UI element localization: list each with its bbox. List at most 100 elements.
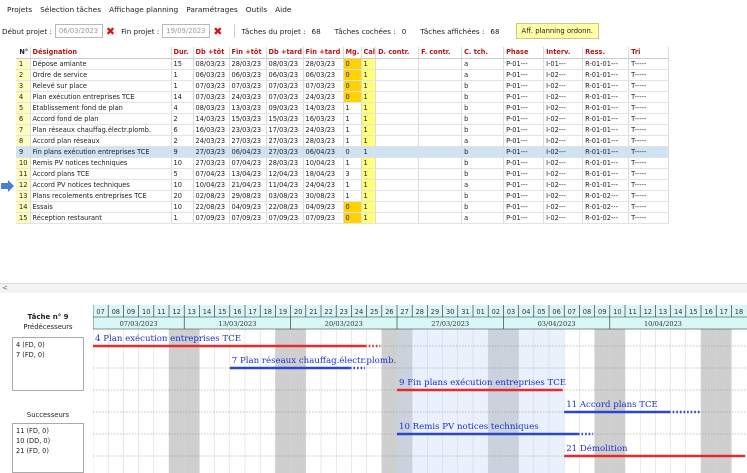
table-cell[interactable]: 28/03/23 [303, 58, 344, 70]
table-cell[interactable]: I-02--- [543, 168, 584, 180]
table-cell[interactable]: R-01-01--- [582, 146, 630, 158]
table-cell[interactable]: 2 [16, 69, 31, 81]
column-header[interactable]: Db +tard [266, 47, 304, 59]
table-cell[interactable]: 10 [171, 201, 194, 213]
table-cell[interactable]: 08/03/23 [193, 58, 230, 70]
predecessor-item[interactable]: 4 (FD, 0) [16, 340, 80, 350]
table-cell[interactable]: 0 [343, 69, 362, 81]
table-cell[interactable]: I-02--- [543, 179, 584, 191]
table-cell[interactable]: 07/03/23 [229, 80, 267, 92]
table-cell[interactable]: 27/03/23 [193, 146, 230, 158]
table-cell[interactable]: R-01-01--- [582, 102, 630, 114]
table-cell[interactable]: R-01-01--- [582, 69, 630, 81]
clear-debut-icon[interactable]: ✖ [106, 26, 115, 37]
table-cell[interactable] [375, 212, 420, 224]
table-cell[interactable]: 1 [171, 212, 194, 224]
table-cell[interactable]: 1 [343, 190, 362, 202]
table-cell[interactable]: 0 [343, 212, 362, 224]
table-cell[interactable]: 0 [343, 80, 362, 92]
table-cell[interactable]: 3 [343, 168, 362, 180]
table-cell[interactable]: P-01--- [503, 190, 545, 202]
table-cell[interactable]: R-01-01--- [582, 91, 630, 103]
table-cell[interactable] [375, 80, 420, 92]
table-cell[interactable]: 27/03/23 [229, 135, 267, 147]
table-cell[interactable]: 4 [171, 102, 194, 114]
column-header[interactable]: Interv. [543, 47, 584, 59]
table-cell[interactable]: 10 [16, 157, 31, 169]
table-cell[interactable]: R-01-01--- [582, 168, 630, 180]
table-cell[interactable]: I-02--- [543, 146, 584, 158]
table-row[interactable]: 3 Relevé sur place 1 07/03/23 07/03/23 07/03/… [16, 80, 670, 92]
table-cell[interactable]: P-01--- [503, 80, 545, 92]
table-cell[interactable]: a [461, 58, 505, 70]
table-cell[interactable]: 28/03/23 [303, 135, 344, 147]
table-cell[interactable]: 29/08/23 [229, 190, 267, 202]
column-header[interactable]: Fin +tôt [229, 47, 267, 59]
table-cell[interactable]: 07/03/23 [303, 80, 344, 92]
table-cell[interactable]: 08/03/23 [193, 102, 230, 114]
table-cell[interactable] [418, 179, 463, 191]
table-cell[interactable]: 23/03/23 [229, 124, 267, 136]
aff-planning-button[interactable]: Aff. planning ordonn. [515, 23, 599, 39]
table-cell[interactable]: a [461, 179, 505, 191]
table-cell[interactable]: 1 [171, 80, 194, 92]
table-cell[interactable]: 07/04/23 [229, 157, 267, 169]
table-cell[interactable]: T----- [628, 69, 670, 81]
menu-item[interactable]: Projets [3, 5, 36, 14]
table-cell[interactable]: Plan réseaux chauffag.électr.plomb. [30, 124, 172, 136]
table-cell[interactable]: T----- [628, 124, 670, 136]
table-cell[interactable]: 6 [171, 124, 194, 136]
table-cell[interactable]: 02/08/23 [193, 190, 230, 202]
table-cell[interactable]: P-01--- [503, 113, 545, 125]
table-cell[interactable]: 1 [361, 113, 377, 125]
table-cell[interactable]: 9 [16, 146, 31, 158]
table-cell[interactable]: 16/03/23 [303, 113, 344, 125]
table-cell[interactable]: 07/09/23 [229, 212, 267, 224]
table-cell[interactable]: 10/04/23 [303, 157, 344, 169]
table-cell[interactable] [375, 168, 420, 180]
table-cell[interactable]: 12/04/23 [266, 168, 304, 180]
table-cell[interactable] [375, 102, 420, 114]
table-cell[interactable]: 0 [343, 201, 362, 213]
table-cell[interactable]: 0 [343, 146, 362, 158]
table-cell[interactable]: Réception restaurant [30, 212, 172, 224]
table-cell[interactable] [418, 168, 463, 180]
table-cell[interactable]: 06/04/23 [303, 146, 344, 158]
table-cell[interactable]: 9 [171, 146, 194, 158]
table-row[interactable]: 5 Etablissement fond de plan 4 08/03/23 13/0… [16, 102, 670, 114]
table-cell[interactable] [418, 157, 463, 169]
table-cell[interactable] [418, 69, 463, 81]
table-cell[interactable]: P-01--- [503, 157, 545, 169]
table-cell[interactable]: 1 [361, 102, 377, 114]
table-cell[interactable]: 28/03/23 [266, 157, 304, 169]
table-cell[interactable]: P-01--- [503, 69, 545, 81]
table-cell[interactable]: 15/03/23 [266, 113, 304, 125]
task-bar-label[interactable]: 10 Remis PV notices techniques [399, 422, 539, 432]
table-cell[interactable]: 14 [16, 201, 31, 213]
horizontal-scrollbar[interactable]: < [0, 283, 747, 293]
table-cell[interactable]: 1 [361, 124, 377, 136]
table-cell[interactable]: T----- [628, 102, 670, 114]
table-cell[interactable]: P-01--- [503, 135, 545, 147]
menu-item[interactable]: Aide [271, 5, 295, 14]
table-cell[interactable]: b [461, 102, 505, 114]
table-cell[interactable] [418, 190, 463, 202]
menu-item[interactable]: Paramétrages [182, 5, 242, 14]
table-cell[interactable]: 10 [171, 157, 194, 169]
table-cell[interactable]: b [461, 124, 505, 136]
table-cell[interactable] [418, 212, 463, 224]
table-cell[interactable]: I-02--- [543, 201, 584, 213]
table-cell[interactable]: T----- [628, 146, 670, 158]
successor-item[interactable]: 21 (FD, 0) [16, 446, 80, 456]
table-cell[interactable]: 27/03/23 [266, 146, 304, 158]
table-cell[interactable]: 16/03/23 [193, 124, 230, 136]
table-cell[interactable]: 12 [16, 179, 31, 191]
table-cell[interactable]: P-01--- [503, 179, 545, 191]
table-cell[interactable]: a [461, 135, 505, 147]
table-cell[interactable]: b [461, 201, 505, 213]
table-cell[interactable]: I-02--- [543, 124, 584, 136]
table-cell[interactable]: b [461, 168, 505, 180]
table-cell[interactable]: 1 [361, 179, 377, 191]
table-cell[interactable]: 13/03/23 [229, 102, 267, 114]
table-cell[interactable] [375, 190, 420, 202]
